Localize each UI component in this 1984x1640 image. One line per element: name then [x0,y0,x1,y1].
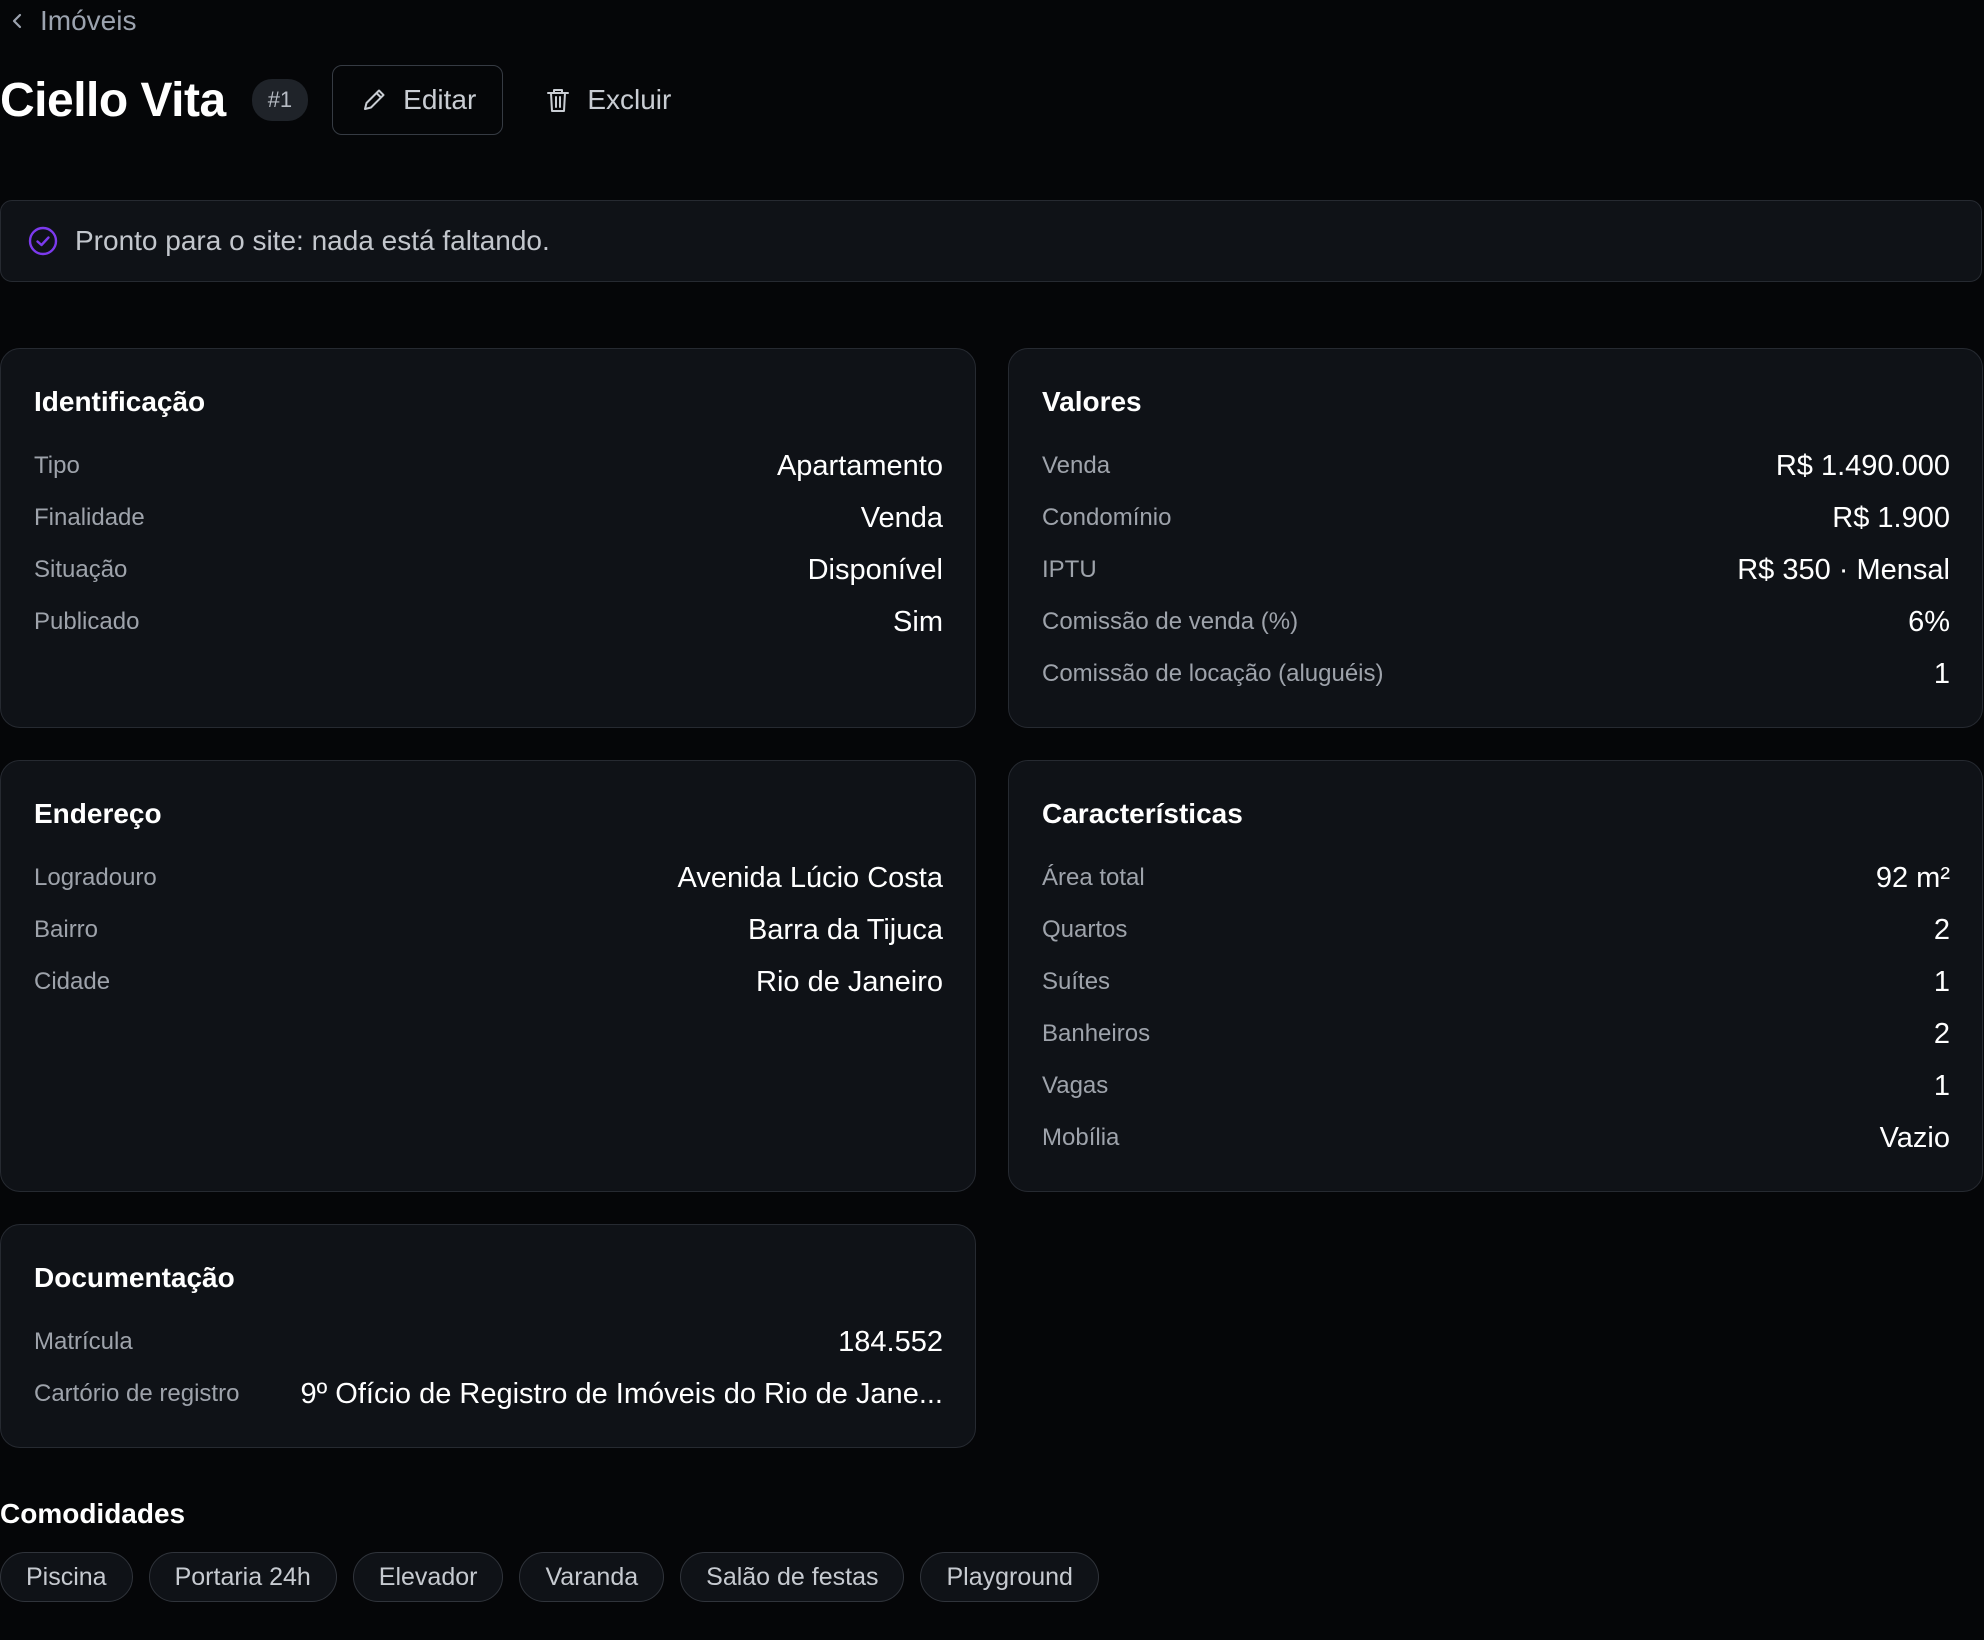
detail-row-mobilia: Mobília Vazio [1042,1112,1950,1164]
card-title: Documentação [34,1262,235,1293]
detail-label: Matrícula [34,1328,133,1355]
detail-value: Sim [893,605,943,638]
detail-row-finalidade: Finalidade Venda [34,492,943,544]
edit-button-label: Editar [403,84,477,115]
detail-label: Tipo [34,452,80,479]
detail-row-matricula: Matrícula 184.552 [34,1316,943,1368]
detail-value: Venda [860,501,943,534]
detail-value: 2 [1933,913,1950,946]
detail-value: 1 [1933,965,1950,998]
detail-label: Cartório de registro [34,1380,240,1407]
detail-label: Bairro [34,916,99,943]
card-valores: Valores Venda R$ 1.490.000 Condomínio R$ 1… [1008,348,1983,728]
detail-value: 1 [1933,1069,1950,1102]
detail-row-iptu: IPTU R$ 350 · Mensal [1042,544,1950,596]
card-title: Identificação [34,386,206,417]
trash-icon [547,89,570,112]
amenity-chip-portaria: Portaria 24h [148,1552,337,1602]
detail-row-banheiros: Banheiros 2 [1042,1008,1950,1060]
detail-label: Banheiros [1042,1020,1151,1047]
detail-value: 184.552 [838,1325,943,1358]
back-link-imoveis[interactable]: Imóveis [8,2,136,40]
detail-label: IPTU [1042,556,1097,583]
detail-row-comissao-venda: Comissão de venda (%) 6% [1042,596,1950,648]
detail-value: R$ 1.490.000 [1775,449,1950,482]
detail-label: Comissão de venda (%) [1042,608,1299,635]
card-identificacao: Identificação Tipo Apartamento Finalidade… [0,348,976,728]
amenity-chip-salao-festas: Salão de festas [680,1552,905,1602]
detail-label: Finalidade [34,504,145,531]
card-endereco: Endereço Logradouro Avenida Lúcio Costa B… [0,760,976,1192]
amenity-chip-piscina: Piscina [0,1552,133,1602]
detail-row-cidade: Cidade Rio de Janeiro [34,956,943,1008]
detail-value: Rio de Janeiro [756,965,943,998]
detail-label: Publicado [34,608,140,635]
detail-label: Mobília [1042,1124,1120,1151]
detail-row-condominio: Condomínio R$ 1.900 [1042,492,1950,544]
amenity-chip-playground: Playground [920,1552,1099,1602]
status-text: Pronto para o site: nada está faltando. [75,225,550,256]
detail-row-venda: Venda R$ 1.490.000 [1042,440,1950,492]
back-link-label: Imóveis [40,5,137,36]
page-header: Ciello Vita #1 Editar Excluir [0,62,689,138]
amenity-chip-elevador: Elevador [352,1552,504,1602]
detail-label: Suítes [1042,968,1111,995]
amenity-chip-varanda: Varanda [519,1552,665,1602]
detail-row-suites: Suítes 1 [1042,956,1950,1008]
amenities-list: Piscina Portaria 24h Elevador Varanda Sa… [0,1552,1099,1602]
check-circle-icon [28,226,58,256]
detail-value: 2 [1933,1017,1950,1050]
detail-value: 92 m² [1875,861,1950,894]
detail-row-publicado: Publicado Sim [34,596,943,648]
card-title: Endereço [34,798,162,829]
detail-row-situacao: Situação Disponível [34,544,943,596]
detail-value: Disponível [807,553,943,586]
card-documentacao: Documentação Matrícula 184.552 Cartório d… [0,1224,976,1448]
detail-row-comissao-locacao: Comissão de locação (aluguéis) 1 [1042,648,1950,700]
detail-row-tipo: Tipo Apartamento [34,440,943,492]
card-title: Características [1042,798,1243,829]
detail-value: R$ 1.900 [1832,501,1950,534]
detail-row-quartos: Quartos 2 [1042,904,1950,956]
card-caracteristicas: Características Área total 92 m² Quartos 2… [1008,760,1983,1192]
detail-row-area-total: Área total 92 m² [1042,852,1950,904]
detail-row-bairro: Bairro Barra da Tijuca [34,904,943,956]
detail-label: Logradouro [34,864,157,891]
chevron-left-icon [12,13,22,29]
detail-label: Quartos [1042,916,1128,943]
detail-value: Avenida Lúcio Costa [677,861,943,894]
detail-label: Vagas [1042,1072,1109,1099]
pencil-icon [364,89,385,110]
status-banner: Pronto para o site: nada está faltando. [0,200,1982,282]
detail-value: Barra da Tijuca [747,913,943,946]
page-title: Ciello Vita [0,73,226,127]
detail-label: Área total [1042,864,1145,891]
amenities-title: Comodidades [0,1498,186,1529]
card-title: Valores [1042,386,1142,417]
delete-button[interactable]: Excluir [525,65,689,135]
detail-value: R$ 350 · Mensal [1737,553,1950,586]
detail-row-vagas: Vagas 1 [1042,1060,1950,1112]
detail-value: 6% [1908,605,1950,638]
edit-button[interactable]: Editar [332,65,504,135]
detail-value: Apartamento [776,449,943,482]
detail-label: Cidade [34,968,111,995]
id-badge: #1 [251,79,309,121]
detail-value: Vazio [1879,1121,1950,1154]
detail-label: Comissão de locação (aluguéis) [1042,660,1384,687]
detail-label: Venda [1042,452,1111,479]
detail-row-cartorio: Cartório de registro 9º Ofício de Registr… [34,1368,943,1420]
detail-value: 1 [1933,657,1950,690]
detail-value: 9º Ofício de Registro de Imóveis do Rio … [300,1377,943,1410]
detail-label: Situação [34,556,128,583]
detail-label: Condomínio [1042,504,1172,531]
delete-button-label: Excluir [587,84,672,115]
detail-row-logradouro: Logradouro Avenida Lúcio Costa [34,852,943,904]
